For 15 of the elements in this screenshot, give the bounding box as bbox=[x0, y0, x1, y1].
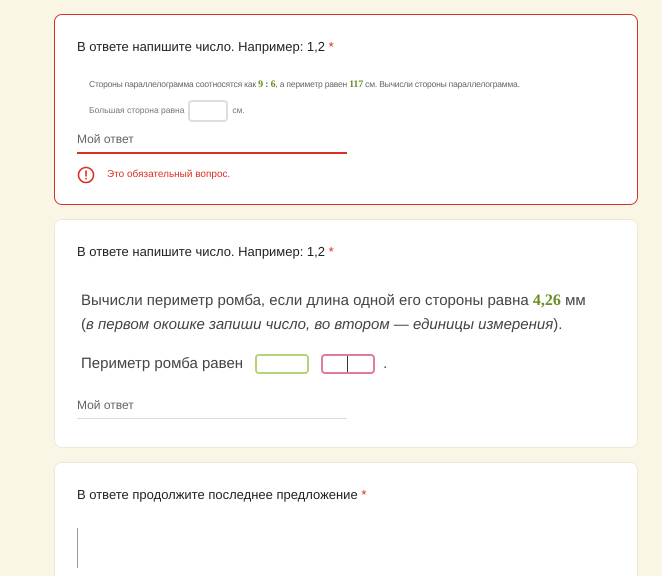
problem-text: Вычисли периметр ромба, если длина одной его стороны равна 4,26 мм bbox=[81, 291, 586, 311]
error-message: Это обязательный вопрос. bbox=[107, 168, 230, 182]
problem-text: Стороны параллелограмма соотносятся как 9 : 6, а периметр равен 117 см. Вычисли стороны параллелограмма. bbox=[89, 78, 520, 92]
answer-field[interactable]: Мой ответ bbox=[77, 130, 347, 154]
blank-field[interactable] bbox=[255, 354, 310, 374]
question-title: В ответе продолжите последнее предложение * bbox=[77, 486, 366, 504]
answer-suffix: . bbox=[383, 354, 388, 374]
error-icon bbox=[77, 166, 95, 184]
answer-label: Периметр ромба равен bbox=[81, 354, 244, 374]
answer-label: Большая сторона равна bbox=[89, 104, 184, 117]
blank-field[interactable] bbox=[321, 354, 376, 374]
question-title: В ответе напишите число. Например: 1,2 * bbox=[77, 38, 334, 56]
problem-text: (в первом окошке запиши число, во втором — единицы измерения). bbox=[81, 315, 562, 335]
answer-suffix: см. bbox=[232, 104, 245, 117]
question-title: В ответе напишите число. Например: 1,2 * bbox=[77, 242, 334, 261]
